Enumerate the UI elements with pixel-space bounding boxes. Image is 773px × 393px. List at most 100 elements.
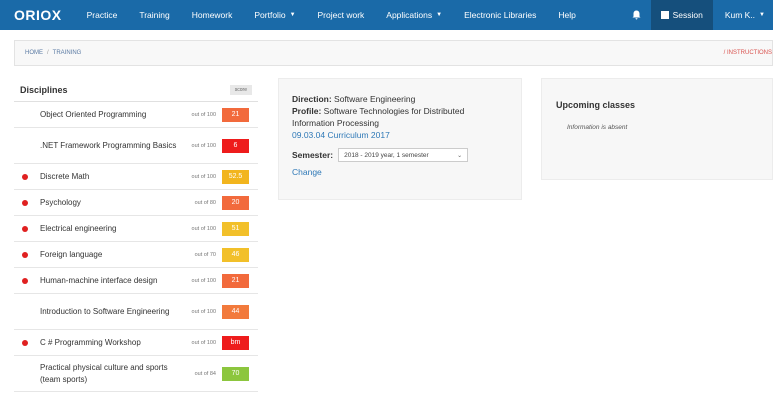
nav-item-help[interactable]: Help <box>547 0 586 30</box>
disciplines-header: Disciplines score <box>14 78 258 102</box>
caret-down-icon: ▼ <box>289 12 296 18</box>
nav-item-project-work[interactable]: Project work <box>307 0 376 30</box>
nav-item-homework[interactable]: Homework <box>181 0 244 30</box>
discipline-row[interactable]: C # Programming Workshop out of 100 bm <box>14 330 258 356</box>
discipline-max-score: out of 100 <box>191 225 216 232</box>
nav-item-label: Training <box>139 10 170 20</box>
nav-item-label: Help <box>558 10 576 20</box>
direction-panel: Direction: Software Engineering Profile:… <box>278 78 522 200</box>
change-link[interactable]: Change <box>292 166 508 178</box>
nav-item-applications[interactable]: Applications ▼ <box>375 0 453 30</box>
nav-item-practice[interactable]: Practice <box>76 0 129 30</box>
profile-label: Profile: <box>292 106 322 116</box>
nav-right-group: Session Kum K.. ▼ <box>622 0 773 30</box>
discipline-max-score: out of 100 <box>191 339 216 346</box>
direction-line: Direction: Software Engineering <box>292 93 508 105</box>
red-dot-indicator <box>22 199 28 206</box>
discipline-name[interactable]: Introduction to Software Engineering <box>14 306 180 318</box>
nav-item-label: Applications <box>386 10 433 20</box>
breadcrumb-current: TRAINING <box>52 50 82 56</box>
discipline-max-score: out of 100 <box>191 308 216 315</box>
semester-select[interactable]: 2018 - 2019 year, 1 semester ⌄ <box>338 148 469 162</box>
top-navbar: ORIOX Practice Training Homework Portfol… <box>0 0 773 30</box>
instructions-link[interactable]: / INSTRUCTIONS <box>724 41 772 65</box>
discipline-name[interactable]: Object Oriented Programming <box>14 109 180 121</box>
semester-row: Semester: 2018 - 2019 year, 1 semester ⌄ <box>292 148 508 162</box>
profile-line: Profile: Software Technologies for Distr… <box>292 105 508 129</box>
discipline-name[interactable]: Foreign language <box>14 249 180 261</box>
discipline-row[interactable]: Electrical engineering out of 100 51 <box>14 216 258 242</box>
disciplines-panel: Disciplines score Object Oriented Progra… <box>14 78 258 392</box>
discipline-row[interactable]: Discrete Math out of 100 52.5 <box>14 164 258 190</box>
user-name: Kum K.. <box>724 10 756 20</box>
direction-value: Software Engineering <box>334 94 416 104</box>
discipline-score-badge: 21 <box>222 107 249 122</box>
breadcrumb: HOME / TRAINING / INSTRUCTIONS <box>14 40 773 66</box>
calendar-icon <box>660 11 669 19</box>
upcoming-empty-text: Information is absent <box>567 124 628 131</box>
red-dot-indicator <box>22 251 28 258</box>
discipline-max-score: out of 70 <box>194 251 216 258</box>
red-dot-indicator <box>22 339 28 346</box>
score-column-label: score <box>229 84 252 95</box>
discipline-score-badge: 21 <box>222 273 249 288</box>
discipline-row[interactable]: Practical physical culture and sports (t… <box>14 356 258 392</box>
discipline-name[interactable]: .NET Framework Programming Basics <box>14 140 180 152</box>
discipline-name[interactable]: C # Programming Workshop <box>14 337 180 349</box>
discipline-row[interactable]: Psychology out of 80 20 <box>14 190 258 216</box>
brand-logo[interactable]: ORIOX <box>0 7 76 23</box>
discipline-name[interactable]: Human-machine interface design <box>14 275 180 287</box>
discipline-max-score: out of 100 <box>191 173 216 180</box>
direction-label: Direction: <box>292 94 332 104</box>
semester-label: Semester: <box>292 150 334 160</box>
discipline-row[interactable]: Foreign language out of 70 46 <box>14 242 258 268</box>
nav-item-training[interactable]: Training <box>128 0 180 30</box>
discipline-name[interactable]: Electrical engineering <box>14 223 180 235</box>
discipline-max-score: out of 100 <box>191 111 216 118</box>
red-dot-indicator <box>22 277 28 284</box>
session-label: Session <box>672 10 703 20</box>
discipline-row[interactable]: Human-machine interface design out of 100… <box>14 268 258 294</box>
discipline-score-badge: 44 <box>222 304 249 319</box>
discipline-name[interactable]: Practical physical culture and sports (t… <box>14 362 180 386</box>
breadcrumb-home[interactable]: HOME <box>25 50 43 56</box>
semester-value: 2018 - 2019 year, 1 semester <box>344 151 429 159</box>
nav-item-label: Portfolio <box>254 10 286 20</box>
bell-icon-graphic <box>632 10 641 20</box>
nav-item-electronic-libraries[interactable]: Electronic Libraries <box>453 0 547 30</box>
discipline-max-score: out of 84 <box>194 370 216 377</box>
discipline-row[interactable]: Object Oriented Programming out of 100 21 <box>14 102 258 128</box>
discipline-score-badge: 51 <box>222 221 249 236</box>
nav-item-label: Project work <box>317 10 365 20</box>
chevron-down-icon: ▼ <box>759 12 765 18</box>
nav-item-portfolio[interactable]: Portfolio ▼ <box>243 0 306 30</box>
nav-item-label: Practice <box>86 10 118 20</box>
chevron-down-icon: ⌄ <box>457 152 463 159</box>
curriculum-link[interactable]: 09.03.04 Curriculum 2017 <box>292 129 508 141</box>
session-button[interactable]: Session <box>650 0 713 30</box>
discipline-max-score: out of 100 <box>191 142 216 149</box>
discipline-row[interactable]: .NET Framework Programming Basics out of … <box>14 128 258 164</box>
disciplines-title: Disciplines <box>20 84 68 95</box>
discipline-score-badge: 46 <box>222 247 249 262</box>
disciplines-list: Object Oriented Programming out of 100 21.… <box>14 102 258 392</box>
discipline-score-badge: 6 <box>222 138 249 153</box>
bell-icon[interactable] <box>622 0 651 30</box>
discipline-row[interactable]: Introduction to Software Engineering out … <box>14 294 258 330</box>
red-dot-indicator <box>22 173 28 180</box>
red-dot-indicator <box>22 225 28 232</box>
nav-menu: Practice Training Homework Portfolio ▼ Pr… <box>76 0 587 30</box>
discipline-max-score: out of 80 <box>194 199 216 206</box>
discipline-name[interactable]: Discrete Math <box>14 171 180 183</box>
discipline-name[interactable]: Psychology <box>14 197 180 209</box>
breadcrumb-separator: / <box>47 50 49 56</box>
upcoming-classes-title: Upcoming classes <box>556 100 636 110</box>
nav-item-label: Electronic Libraries <box>464 10 537 20</box>
discipline-max-score: out of 100 <box>191 277 216 284</box>
discipline-score-badge: 52.5 <box>222 169 249 184</box>
upcoming-classes-panel: Upcoming classes Information is absent <box>541 78 773 180</box>
nav-item-label: Homework <box>191 10 233 20</box>
user-menu[interactable]: Kum K.. ▼ <box>713 0 773 30</box>
discipline-score-badge: bm <box>222 335 249 350</box>
caret-down-icon: ▼ <box>436 12 443 18</box>
